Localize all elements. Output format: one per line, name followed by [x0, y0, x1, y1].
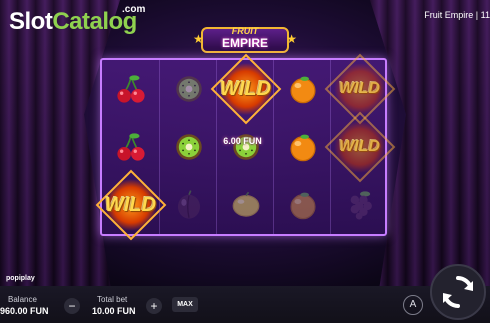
max-bet-button[interactable]: MAX: [172, 297, 198, 312]
grapes-icon: [350, 191, 372, 220]
kiwi-icon: [175, 134, 202, 160]
total-bet-value: 10.00 FUN: [92, 306, 136, 316]
wild-symbol-graphic: WILD: [324, 111, 395, 183]
autoplay-button[interactable]: A: [403, 295, 423, 315]
watermark-suffix: .com: [122, 4, 146, 15]
reel-5: WILD WILD: [324, 53, 395, 234]
balance-value: 960.00 FUN: [0, 306, 49, 316]
watermark-logo: SlotCatalog .com: [9, 4, 145, 36]
game-logo-line1: FRUIT: [231, 26, 259, 36]
kiwi-symbol: [160, 118, 217, 176]
lemon-symbol: [217, 176, 274, 234]
orange-symbol: [274, 118, 331, 176]
total-bet-label: Total bet: [97, 295, 128, 304]
game-title: Fruit Empire | 11: [424, 10, 490, 20]
cherry-icon: [116, 133, 145, 161]
wild-label: WILD: [339, 80, 380, 97]
cherry-icon: [116, 75, 145, 103]
balance-label: Balance: [8, 295, 37, 304]
wild-label: WILD: [339, 138, 380, 155]
watermark-part1: Slot: [9, 8, 53, 35]
cherry-symbol: [102, 60, 159, 118]
provider-logo: popiplay: [6, 275, 35, 282]
spin-icon: [443, 276, 473, 308]
game-logo: ★ ★ FRUIT EMPIRE: [193, 24, 297, 56]
orange-icon: [289, 76, 316, 104]
wild-symbol-graphic: WILD: [95, 169, 166, 241]
reel-2: [159, 60, 217, 234]
wild-label: WILD: [219, 77, 272, 100]
kiwi-symbol: [217, 118, 274, 176]
wild-symbol: WILD: [210, 53, 281, 125]
decrease-bet-button[interactable]: −: [64, 298, 80, 314]
reel-grid: WILD WILD WILD WILD: [95, 53, 395, 241]
plus-icon: +: [150, 299, 158, 313]
orange-icon: [289, 134, 316, 162]
wild-symbol-graphic: WILD: [324, 53, 395, 125]
orange-symbol: [274, 60, 331, 118]
win-amount: 6.00 FUN: [223, 136, 262, 146]
kiwi-symbol: [160, 60, 217, 118]
grapes-symbol: [331, 176, 388, 234]
cherry-symbol: [102, 118, 159, 176]
orange-icon: [289, 192, 316, 220]
minus-icon: −: [68, 299, 76, 313]
game-logo-line2: EMPIRE: [221, 36, 268, 50]
wild-symbol: WILD: [95, 169, 166, 241]
wild-label: WILD: [104, 193, 157, 216]
increase-bet-button[interactable]: +: [146, 298, 162, 314]
wild-symbol: WILD: [324, 111, 395, 183]
reel-3: WILD: [210, 53, 281, 234]
wild-symbol: WILD: [324, 53, 395, 125]
reel-4: [273, 60, 331, 234]
reel-1: WILD: [95, 60, 166, 241]
plum-icon: [177, 190, 200, 219]
lemon-icon: [232, 191, 259, 217]
plum-symbol: [160, 176, 217, 234]
wild-symbol-graphic: WILD: [210, 53, 281, 125]
spin-button[interactable]: [430, 264, 486, 320]
kiwi-icon: [175, 76, 202, 102]
orange-symbol: [274, 176, 331, 234]
